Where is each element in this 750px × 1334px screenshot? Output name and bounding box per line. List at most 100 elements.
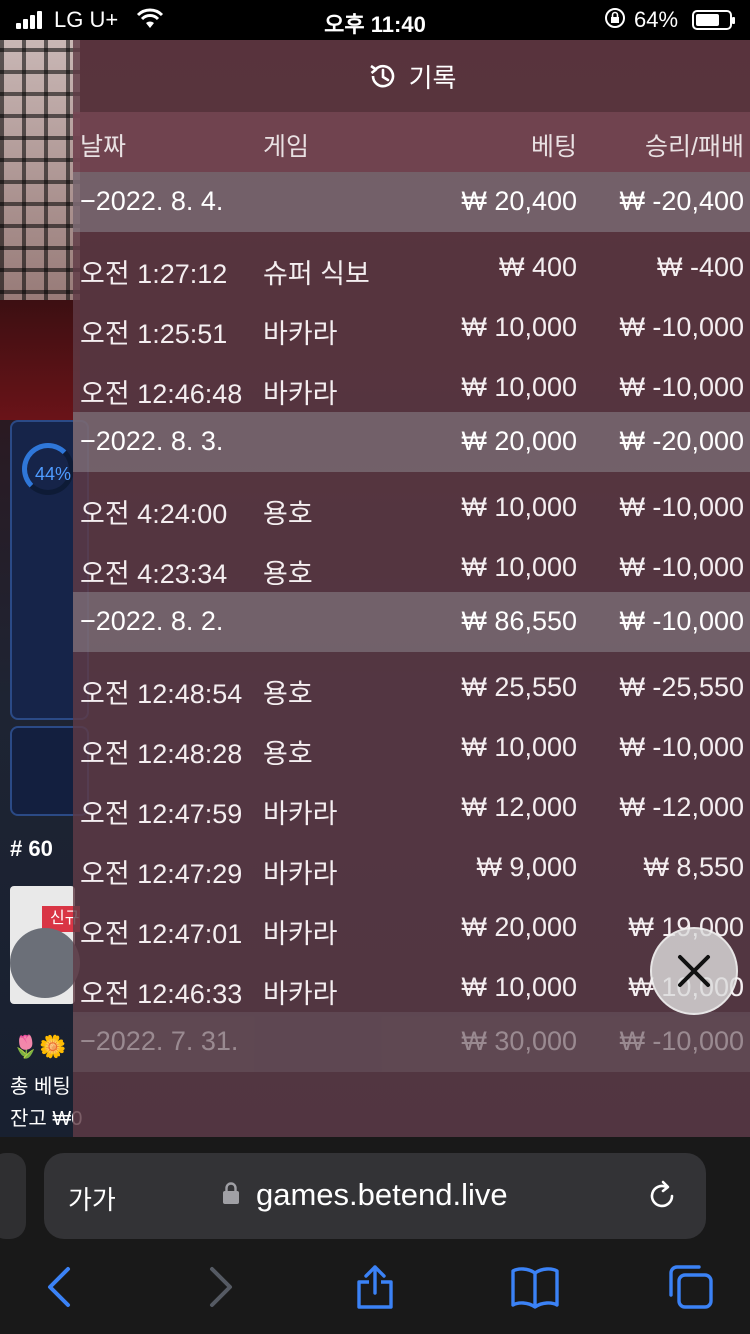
tx-bet: ₩ 10,000 <box>461 552 577 582</box>
table-thumbnail-icon <box>10 928 80 998</box>
tx-result: ₩ -12,000 <box>619 792 744 822</box>
tx-result: ₩ -25,550 <box>619 672 744 702</box>
flower-icons: 🌷🌼 <box>12 1034 67 1059</box>
battery-percent: 64% <box>634 7 679 32</box>
address-bar[interactable]: 가가 games.betend.live <box>44 1153 706 1239</box>
tx-game: 용호 <box>263 559 313 589</box>
day-bet-total: ₩ 30,000 <box>461 1026 577 1056</box>
url-text[interactable]: games.betend.live <box>256 1177 508 1213</box>
tx-bet: ₩ 10,000 <box>461 312 577 342</box>
tabs-button[interactable] <box>667 1265 715 1309</box>
tx-time: 오전 1:25:51 <box>80 319 228 349</box>
tabs-icon <box>669 1265 713 1309</box>
tx-bet: ₩ 10,000 <box>461 732 577 762</box>
text-size-button[interactable]: 가가 <box>68 1180 116 1217</box>
day-result-total: ₩ -20,400 <box>619 186 744 216</box>
game-table <box>0 300 80 420</box>
header-bet: 베팅 <box>530 133 577 161</box>
tx-time: 오전 12:46:48 <box>80 379 243 409</box>
day-summary-row[interactable]: −2022. 8. 2. ₩ 86,550 ₩ -10,000 <box>73 592 750 652</box>
bookmarks-button[interactable] <box>510 1265 560 1309</box>
tx-time: 오전 12:47:29 <box>80 859 243 889</box>
tx-bet: ₩ 10,000 <box>461 372 577 402</box>
tx-result: ₩ -10,000 <box>619 732 744 762</box>
day-bet-total: ₩ 20,000 <box>461 426 577 456</box>
day-date: −2022. 7. 31. <box>80 1026 239 1056</box>
tx-time: 오전 12:46:33 <box>80 979 243 1009</box>
back-button[interactable] <box>40 1265 80 1309</box>
tx-result: ₩ -10,000 <box>619 552 744 582</box>
transaction-row[interactable]: 오전 12:46:48 바카라 ₩ 10,000 ₩ -10,000 <box>73 352 750 412</box>
tx-bet: ₩ 25,550 <box>461 672 577 702</box>
tx-result: ₩ 8,550 <box>643 852 744 882</box>
tx-time: 오전 12:47:59 <box>80 799 243 829</box>
header-game: 게임 <box>263 133 310 161</box>
tx-bet: ₩ 20,000 <box>461 912 577 942</box>
chevron-right-icon <box>210 1267 232 1307</box>
tx-time: 오전 12:47:01 <box>80 919 243 949</box>
tx-game: 용호 <box>263 739 313 769</box>
tx-game: 바카라 <box>263 319 338 349</box>
round-number: # 60 <box>10 836 53 861</box>
transaction-row[interactable]: 오전 1:25:51 바카라 ₩ 10,000 ₩ -10,000 <box>73 292 750 352</box>
transaction-row[interactable]: 오전 12:48:28 용호 ₩ 10,000 ₩ -10,000 <box>73 712 750 772</box>
tx-game: 바카라 <box>263 859 338 889</box>
total-bet-label: 총 베팅 <box>10 1076 71 1098</box>
day-result-total: ₩ -10,000 <box>619 606 744 636</box>
tx-game: 용호 <box>263 679 313 709</box>
tx-result: ₩ -10,000 <box>619 372 744 402</box>
day-date: −2022. 8. 2. <box>80 606 224 636</box>
reload-icon[interactable] <box>644 1178 680 1214</box>
transaction-row[interactable]: 오전 12:48:54 용호 ₩ 25,550 ₩ -25,550 <box>73 652 750 712</box>
tx-game: 바카라 <box>263 979 338 1009</box>
transaction-row[interactable]: 오전 1:27:12 슈퍼 식보 ₩ 400 ₩ -400 <box>73 232 750 292</box>
tx-time: 오전 1:27:12 <box>80 259 228 289</box>
day-result-total: ₩ -20,000 <box>619 426 744 456</box>
chevron-left-icon <box>48 1267 70 1307</box>
book-icon <box>511 1267 559 1309</box>
share-button[interactable] <box>355 1265 395 1309</box>
day-bet-total: ₩ 86,550 <box>461 606 577 636</box>
tx-game: 바카라 <box>263 919 338 949</box>
transaction-row[interactable]: 오전 12:46:33 바카라 ₩ 10,000 ₩ 10,000 <box>73 952 750 1012</box>
lock-icon <box>223 1182 239 1204</box>
tx-game: 바카라 <box>263 379 338 409</box>
tx-game: 용호 <box>263 499 313 529</box>
browser-toolbar: 가가 games.betend.live <box>0 1137 750 1334</box>
day-result-total: ₩ -10,000 <box>619 1026 744 1056</box>
header-date: 날짜 <box>80 133 127 161</box>
balance-label: 잔고 ₩0 <box>10 1108 83 1130</box>
share-icon <box>357 1265 393 1309</box>
battery-icon <box>692 10 735 30</box>
transaction-row[interactable]: 오전 12:47:29 바카라 ₩ 9,000 ₩ 8,550 <box>73 832 750 892</box>
day-bet-total: ₩ 20,400 <box>461 186 577 216</box>
history-panel: 기록 날짜 게임 베팅 승리/패배 −2022. 8. 4. ₩ 20,400 … <box>73 40 750 1137</box>
transaction-row[interactable]: 오전 4:23:34 용호 ₩ 10,000 ₩ -10,000 <box>73 532 750 592</box>
history-clock-icon <box>369 64 394 88</box>
day-summary-row[interactable]: −2022. 8. 4. ₩ 20,400 ₩ -20,400 <box>73 172 750 232</box>
tx-game: 바카라 <box>263 799 338 829</box>
day-summary-row[interactable]: −2022. 8. 3. ₩ 20,000 ₩ -20,000 <box>73 412 750 472</box>
transaction-row[interactable]: 오전 12:47:59 바카라 ₩ 12,000 ₩ -12,000 <box>73 772 750 832</box>
history-title-text: 기록 <box>408 62 457 93</box>
header-result: 승리/패배 <box>645 133 744 161</box>
rotation-lock-icon <box>604 7 626 35</box>
forward-button[interactable] <box>200 1265 240 1309</box>
transaction-row[interactable]: 오전 4:24:00 용호 ₩ 10,000 ₩ -10,000 <box>73 472 750 532</box>
tx-time: 오전 12:48:28 <box>80 739 243 769</box>
progress-percent: 44% <box>35 464 72 484</box>
tx-time: 오전 4:24:00 <box>80 499 228 529</box>
history-title: 기록 <box>73 40 750 112</box>
tx-bet: ₩ 9,000 <box>476 852 577 882</box>
day-summary-row[interactable]: −2022. 7. 31. ₩ 30,000 ₩ -10,000 <box>73 1012 750 1072</box>
tx-time: 오전 12:48:54 <box>80 679 243 709</box>
previous-tab-preview[interactable] <box>0 1153 26 1239</box>
transaction-row[interactable]: 오전 12:47:01 바카라 ₩ 20,000 ₩ 19,000 <box>73 892 750 952</box>
tx-bet: ₩ 10,000 <box>461 492 577 522</box>
status-bar: LG U+ 오후 11:40 64% <box>0 0 750 40</box>
tx-result: ₩ -400 <box>656 252 744 282</box>
history-list: −2022. 8. 4. ₩ 20,400 ₩ -20,400 오전 1:27:… <box>73 172 750 1072</box>
day-date: −2022. 8. 3. <box>80 426 224 456</box>
close-button[interactable] <box>650 927 738 1015</box>
history-table-header: 날짜 게임 베팅 승리/패배 <box>73 112 750 172</box>
